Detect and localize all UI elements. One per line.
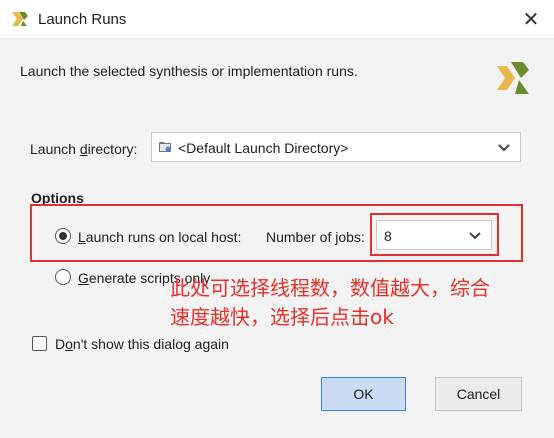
chevron-down-icon xyxy=(498,144,510,152)
dont-show-label: Don't show this dialog again xyxy=(55,336,229,352)
dialog-description: Launch the selected synthesis or impleme… xyxy=(20,63,358,79)
folder-icon xyxy=(159,142,171,152)
close-icon: ✕ xyxy=(522,8,540,31)
launch-directory-select[interactable]: <Default Launch Directory> xyxy=(151,132,521,162)
local-host-radio[interactable] xyxy=(55,228,71,244)
cancel-button[interactable]: Cancel xyxy=(435,377,522,411)
dont-show-checkbox[interactable] xyxy=(32,336,47,351)
vivado-logo-icon xyxy=(12,12,28,26)
window-title: Launch Runs xyxy=(38,11,127,28)
title-bar: Launch Runs ✕ xyxy=(0,0,554,39)
close-button[interactable]: ✕ xyxy=(508,0,554,38)
ok-button[interactable]: OK xyxy=(321,377,406,411)
jobs-highlight-box xyxy=(370,213,499,256)
annotation-text: 此处可选择线程数，数值越大，综合 速度越快，选择后点击ok xyxy=(170,274,550,332)
launch-directory-value: <Default Launch Directory> xyxy=(178,140,349,156)
local-host-label: Launch runs on local host: xyxy=(78,229,242,245)
vivado-logo-icon xyxy=(497,62,529,94)
generate-scripts-radio[interactable] xyxy=(55,269,71,285)
number-of-jobs-label: Number of jobs: xyxy=(266,229,365,245)
annotation-line-2: 速度越快，选择后点击ok xyxy=(170,305,394,329)
annotation-line-1: 此处可选择线程数，数值越大，综合 xyxy=(170,276,490,300)
launch-directory-label: Launch directory: xyxy=(30,141,138,157)
